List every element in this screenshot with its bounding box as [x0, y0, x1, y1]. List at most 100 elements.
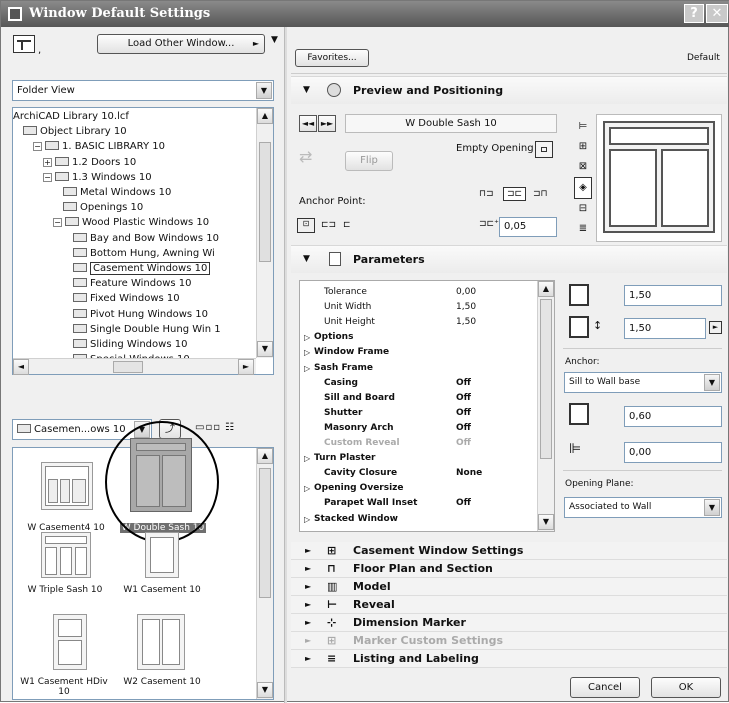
section-header[interactable]: ► ⊞ Casement Window Settings	[291, 542, 727, 560]
link-arrow-icon[interactable]: ►	[709, 321, 722, 334]
anchor-center-icon[interactable]: ⊐⊏	[503, 187, 527, 201]
offset-input[interactable]: 0,05	[499, 217, 557, 237]
ok-button[interactable]: OK	[651, 677, 721, 698]
next-object-button[interactable]: ►►	[318, 115, 336, 132]
cancel-button[interactable]: Cancel	[570, 677, 640, 698]
parameter-row[interactable]: ▷ Turn Plaster	[300, 453, 536, 464]
list-view-icon[interactable]: ☷	[225, 422, 235, 433]
tree-item-selected[interactable]: Casement Windows 10	[73, 262, 211, 275]
scroll-up-icon[interactable]: ▲	[257, 108, 273, 124]
expand-triangle-icon[interactable]: ►	[305, 614, 311, 632]
expand-triangle-icon[interactable]: ▷	[304, 363, 310, 374]
scroll-down-icon[interactable]: ▼	[257, 682, 273, 698]
tree-item[interactable]: Fixed Windows 10	[73, 292, 180, 305]
tree-item[interactable]: − 1. BASIC LIBRARY 10	[33, 140, 165, 153]
parameter-row[interactable]: Casing Off	[300, 378, 536, 389]
parameter-row[interactable]: ▷ Opening Oversize	[300, 483, 536, 494]
collapse-icon[interactable]: −	[53, 218, 62, 228]
tree-item[interactable]: Pivot Hung Windows 10	[73, 308, 208, 321]
parameter-row[interactable]: ▷ Stacked Window	[300, 514, 536, 525]
parameter-row[interactable]: Shutter Off	[300, 408, 536, 419]
expand-triangle-icon[interactable]: ▷	[304, 514, 310, 525]
parameter-row[interactable]: Custom Reveal Off	[300, 438, 536, 449]
expand-triangle-icon[interactable]: ▷	[304, 453, 310, 464]
scroll-left-icon[interactable]: ◄	[13, 359, 29, 375]
tree-item[interactable]: Bottom Hung, Awning Wi	[73, 247, 215, 260]
expand-triangle-icon[interactable]: ►	[305, 578, 311, 596]
section-header[interactable]: ► ⊓ Floor Plan and Section	[291, 560, 727, 578]
expand-triangle-icon[interactable]: ►	[305, 650, 311, 668]
expand-triangle-icon[interactable]: ▷	[304, 332, 310, 343]
expand-triangle-icon[interactable]: ▷	[304, 347, 310, 358]
scroll-thumb-horizontal[interactable]	[113, 361, 143, 373]
tree-item[interactable]: Object Library 10	[23, 125, 127, 138]
expand-triangle-icon[interactable]: ►	[305, 632, 311, 650]
parameter-row[interactable]: Unit Height 1,50	[300, 317, 536, 328]
scroll-up-icon[interactable]: ▲	[538, 281, 554, 297]
tree-item[interactable]: ArchiCAD Library 10.lcf	[13, 110, 129, 123]
flip-button[interactable]: Flip	[345, 151, 393, 171]
parameter-row[interactable]: ▷ Window Frame	[300, 347, 536, 358]
parameter-row[interactable]: Parapet Wall Inset Off	[300, 498, 536, 509]
expand-triangle-icon[interactable]: ►	[305, 560, 311, 578]
expand-triangle-icon[interactable]: ►	[305, 542, 311, 560]
section-header[interactable]: ► ⊞ Marker Custom Settings	[291, 632, 727, 650]
tree-item[interactable]: Openings 10	[63, 201, 143, 214]
tree-item[interactable]: − 1.3 Windows 10	[43, 171, 152, 184]
reveal-depth-input[interactable]: 0,00	[624, 442, 722, 463]
parameter-row[interactable]: Tolerance 0,00	[300, 287, 536, 298]
plan-view-icon[interactable]: ⊨	[574, 117, 592, 137]
opening-plane-select[interactable]: Associated to Wall ▼	[564, 497, 722, 518]
view-style-icons[interactable]: ▭▫▫ ☷	[195, 422, 235, 433]
collapse-triangle-icon[interactable]: ▼	[303, 254, 310, 264]
favorites-button[interactable]: Favorites...	[295, 49, 369, 67]
empty-opening-toggle[interactable]	[535, 141, 553, 158]
scroll-thumb[interactable]	[259, 142, 271, 262]
tree-item[interactable]: Metal Windows 10	[63, 186, 171, 199]
expand-triangle-icon[interactable]: ►	[305, 596, 311, 614]
3d-view-icon[interactable]: ◈	[574, 177, 592, 199]
tree-item[interactable]: Sliding Windows 10	[73, 338, 187, 351]
tree-item[interactable]: Feature Windows 10	[73, 277, 192, 290]
section-header[interactable]: ► ≡ Listing and Labeling	[291, 650, 727, 668]
scroll-down-icon[interactable]: ▼	[257, 341, 273, 357]
tree-item[interactable]: Bay and Bow Windows 10	[73, 232, 219, 245]
close-button[interactable]: ✕	[706, 4, 728, 23]
tree-item[interactable]: Single Double Hung Win 1	[73, 323, 221, 336]
parameter-row[interactable]: ▷ Sash Frame	[300, 363, 536, 374]
folder-view-select[interactable]: Folder View ▼	[12, 80, 274, 101]
position-mode-icon[interactable]: ⊡	[297, 218, 315, 233]
tree-vertical-scrollbar[interactable]: ▲ ▼	[256, 108, 273, 358]
anchor-right-icon[interactable]: ⊐⊓	[533, 189, 548, 199]
height-input[interactable]: 1,50	[624, 318, 706, 339]
expand-icon[interactable]: +	[43, 157, 52, 167]
list-view-icon[interactable]: ≣	[574, 219, 592, 239]
section-view-icon[interactable]: ⊞	[574, 137, 592, 157]
expand-triangle-icon[interactable]: ▷	[304, 483, 310, 494]
parameter-row[interactable]: Sill and Board Off	[300, 393, 536, 404]
anchor-select[interactable]: Sill to Wall base ▼	[564, 372, 722, 393]
large-icons-view-icon[interactable]: ▭	[195, 422, 205, 433]
view-mode-icon[interactable]	[13, 35, 35, 53]
parameters-section-header[interactable]: ▼ Parameters	[291, 245, 727, 273]
tree-horizontal-scrollbar[interactable]: ◄ ►	[13, 358, 256, 375]
section-header[interactable]: ► ▥ Model	[291, 578, 727, 596]
tree-item[interactable]: +1.2 Doors 10	[43, 156, 136, 169]
parameters-scrollbar[interactable]: ▲ ▼	[537, 281, 554, 531]
collapse-icon[interactable]: −	[33, 142, 42, 152]
thumbnails-vertical-scrollbar[interactable]: ▲ ▼	[256, 448, 273, 699]
preview-section-header[interactable]: ▼ Preview and Positioning	[291, 76, 727, 104]
collapse-icon[interactable]: −	[43, 172, 52, 182]
elevation-view-icon[interactable]: ⊠	[574, 157, 592, 177]
previous-object-button[interactable]: ◄◄	[299, 115, 317, 132]
help-button[interactable]: ?	[684, 4, 704, 23]
small-icons-view-icon[interactable]: ▫▫	[205, 422, 221, 433]
scroll-right-icon[interactable]: ►	[238, 359, 254, 375]
tree-item[interactable]: − Wood Plastic Windows 10	[53, 216, 209, 229]
anchor-point-selector[interactable]: ⊓⊐ ⊐⊏ ⊐⊓	[479, 187, 557, 206]
parameter-row[interactable]: Cavity Closure None	[300, 468, 536, 479]
scroll-down-icon[interactable]: ▼	[538, 514, 554, 530]
scroll-up-icon[interactable]: ▲	[257, 448, 273, 464]
parameter-row[interactable]: ▷ Options	[300, 332, 536, 343]
chevron-down-icon[interactable]: ▼	[271, 35, 278, 45]
